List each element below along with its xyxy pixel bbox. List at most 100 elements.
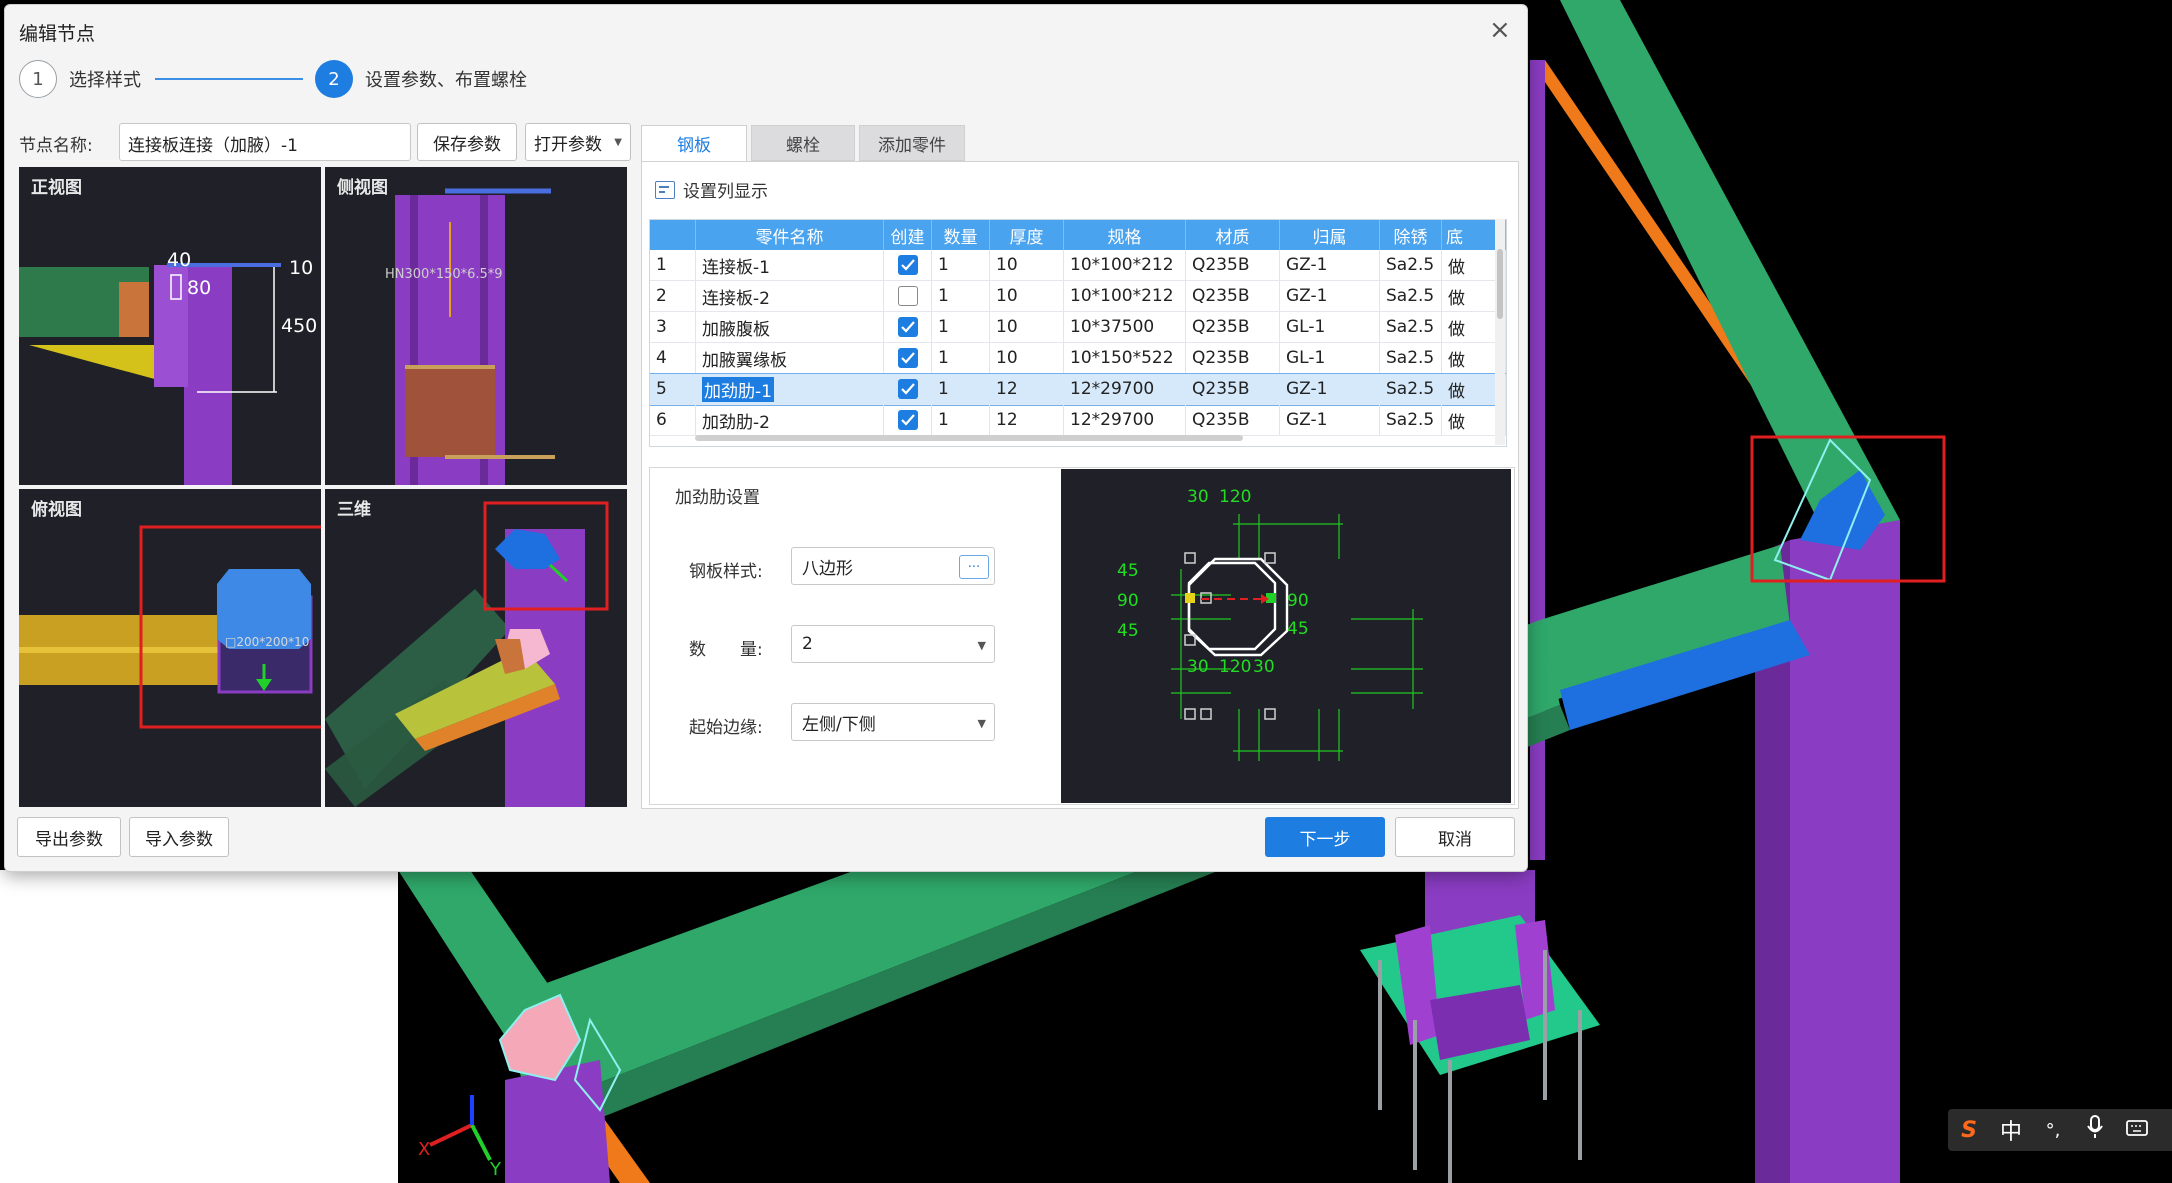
ime-punct[interactable]: °,	[2032, 1120, 2074, 1141]
row-material[interactable]: Q235B	[1186, 405, 1280, 435]
preview-dim-right-90: 90	[1287, 591, 1309, 611]
tab-bolt[interactable]: 螺栓	[751, 125, 855, 161]
save-params-button[interactable]: 保存参数	[417, 123, 517, 161]
row-material[interactable]: Q235B	[1186, 312, 1280, 342]
row-thickness[interactable]: 10	[990, 281, 1064, 311]
table-row[interactable]: 6 加劲肋-2 1 12 12*29700 Q235B GZ-1 Sa2.5 做	[650, 405, 1506, 436]
col-name-header[interactable]: 零件名称	[696, 220, 884, 250]
scrollbar-thumb[interactable]	[1497, 249, 1503, 319]
row-spec[interactable]: 10*150*522	[1064, 343, 1186, 373]
row-thickness[interactable]: 10	[990, 343, 1064, 373]
tab-steel-plate[interactable]: 钢板	[641, 125, 747, 161]
column-settings-button[interactable]: 设置列显示	[655, 177, 768, 202]
step-2[interactable]: 2 设置参数、布置螺栓	[315, 59, 527, 99]
create-checkbox[interactable]	[897, 255, 918, 275]
chevron-down-icon: ▼	[614, 136, 622, 148]
keyboard-icon[interactable]	[2116, 1118, 2158, 1143]
col-create-header[interactable]: 创建	[884, 220, 932, 250]
export-params-button[interactable]: 导出参数	[17, 817, 121, 857]
col-thk-header[interactable]: 厚度	[990, 220, 1064, 250]
create-checkbox[interactable]	[897, 379, 918, 399]
row-spec[interactable]: 12*29700	[1064, 374, 1186, 404]
table-row[interactable]: 4 加腋翼缘板 1 10 10*150*522 Q235B GL-1 Sa2.5…	[650, 343, 1506, 374]
row-name[interactable]: 连接板-2	[696, 281, 884, 311]
row-name[interactable]: 加劲肋-2	[696, 405, 884, 435]
table-vertical-scrollbar[interactable]	[1495, 219, 1505, 445]
step-1-label: 选择样式	[69, 70, 141, 91]
row-owner[interactable]: GZ-1	[1280, 281, 1380, 311]
row-material[interactable]: Q235B	[1186, 343, 1280, 373]
row-qty[interactable]: 1	[932, 281, 990, 311]
row-qty[interactable]: 1	[932, 405, 990, 435]
col-qty-header[interactable]: 数量	[932, 220, 990, 250]
row-rust[interactable]: Sa2.5	[1380, 405, 1442, 435]
plate-style-field[interactable]: 八边形 ···	[791, 547, 995, 585]
col-spec-header[interactable]: 规格	[1064, 220, 1186, 250]
quantity-select[interactable]: 2 ▼	[791, 625, 995, 663]
row-material[interactable]: Q235B	[1186, 281, 1280, 311]
row-spec[interactable]: 10*37500	[1064, 312, 1186, 342]
import-params-button[interactable]: 导入参数	[129, 817, 229, 857]
row-qty[interactable]: 1	[932, 250, 990, 280]
next-button[interactable]: 下一步	[1265, 817, 1385, 857]
dialog-title: 编辑节点	[19, 23, 96, 45]
3d-view-panel[interactable]: 三维	[325, 489, 627, 807]
row-name-selected-text[interactable]: 加劲肋-1	[702, 376, 774, 402]
row-thickness[interactable]: 10	[990, 250, 1064, 280]
create-checkbox[interactable]	[897, 286, 918, 306]
step-2-label: 设置参数、布置螺栓	[365, 70, 527, 91]
col-index-header	[650, 220, 696, 250]
row-owner[interactable]: GZ-1	[1280, 405, 1380, 435]
row-owner[interactable]: GL-1	[1280, 312, 1380, 342]
row-spec[interactable]: 10*100*212	[1064, 281, 1186, 311]
side-view-panel[interactable]: 侧视图 HN300*150*6.5*9	[325, 167, 627, 485]
create-checkbox[interactable]	[897, 348, 918, 368]
row-qty[interactable]: 1	[932, 374, 990, 404]
row-owner[interactable]: GL-1	[1280, 343, 1380, 373]
step-1[interactable]: 1 选择样式	[19, 59, 141, 99]
col-mat-header[interactable]: 材质	[1186, 220, 1280, 250]
row-rust[interactable]: Sa2.5	[1380, 281, 1442, 311]
table-row-selected[interactable]: 5 加劲肋-1 1 12 12*29700 Q235B GZ-1 Sa2.5 做	[650, 373, 1506, 406]
start-edge-select[interactable]: 左侧/下侧 ▼	[791, 703, 995, 741]
row-qty[interactable]: 1	[932, 312, 990, 342]
ime-mode[interactable]: 中	[1990, 1114, 2032, 1146]
row-spec[interactable]: 10*100*212	[1064, 250, 1186, 280]
ime-logo-icon[interactable]: S	[1948, 1118, 1990, 1143]
top-view-panel[interactable]: 俯视图 □200*200*10	[19, 489, 321, 807]
row-name[interactable]: 加腋翼缘板	[696, 343, 884, 373]
create-checkbox[interactable]	[897, 317, 918, 337]
front-dim-80: 80	[187, 277, 212, 299]
row-thickness[interactable]: 12	[990, 374, 1064, 404]
row-rust[interactable]: Sa2.5	[1380, 250, 1442, 280]
close-icon[interactable]: ×	[1489, 17, 1511, 43]
col-rust-header[interactable]: 除锈	[1380, 220, 1442, 250]
row-owner[interactable]: GZ-1	[1280, 250, 1380, 280]
table-row[interactable]: 3 加腋腹板 1 10 10*37500 Q235B GL-1 Sa2.5 做	[650, 312, 1506, 343]
open-params-dropdown[interactable]: 打开参数 ▼	[525, 123, 631, 161]
table-row[interactable]: 1 连接板-1 1 10 10*100*212 Q235B GZ-1 Sa2.5…	[650, 250, 1506, 281]
front-view-panel[interactable]: 正视图 40 10 80 450	[19, 167, 321, 485]
node-name-input[interactable]: 连接板连接（加腋）-1	[119, 123, 411, 161]
row-name[interactable]: 连接板-1	[696, 250, 884, 280]
row-qty[interactable]: 1	[932, 343, 990, 373]
cancel-button[interactable]: 取消	[1395, 817, 1515, 857]
create-checkbox[interactable]	[897, 410, 918, 430]
col-owner-header[interactable]: 归属	[1280, 220, 1380, 250]
row-thickness[interactable]: 12	[990, 405, 1064, 435]
row-name-editing[interactable]: 加劲肋-1	[696, 374, 884, 404]
mic-icon[interactable]	[2074, 1115, 2116, 1145]
row-rust[interactable]: Sa2.5	[1380, 343, 1442, 373]
row-owner[interactable]: GZ-1	[1280, 374, 1380, 404]
tab-add-part[interactable]: 添加零件	[859, 125, 965, 161]
more-options-icon[interactable]: ···	[959, 555, 989, 579]
row-rust[interactable]: Sa2.5	[1380, 312, 1442, 342]
row-thickness[interactable]: 10	[990, 312, 1064, 342]
row-material[interactable]: Q235B	[1186, 250, 1280, 280]
row-spec[interactable]: 12*29700	[1064, 405, 1186, 435]
row-material[interactable]: Q235B	[1186, 374, 1280, 404]
row-rust[interactable]: Sa2.5	[1380, 374, 1442, 404]
table-row[interactable]: 2 连接板-2 1 10 10*100*212 Q235B GZ-1 Sa2.5…	[650, 281, 1506, 312]
row-name[interactable]: 加腋腹板	[696, 312, 884, 342]
table-horizontal-scrollbar[interactable]	[695, 435, 1243, 441]
